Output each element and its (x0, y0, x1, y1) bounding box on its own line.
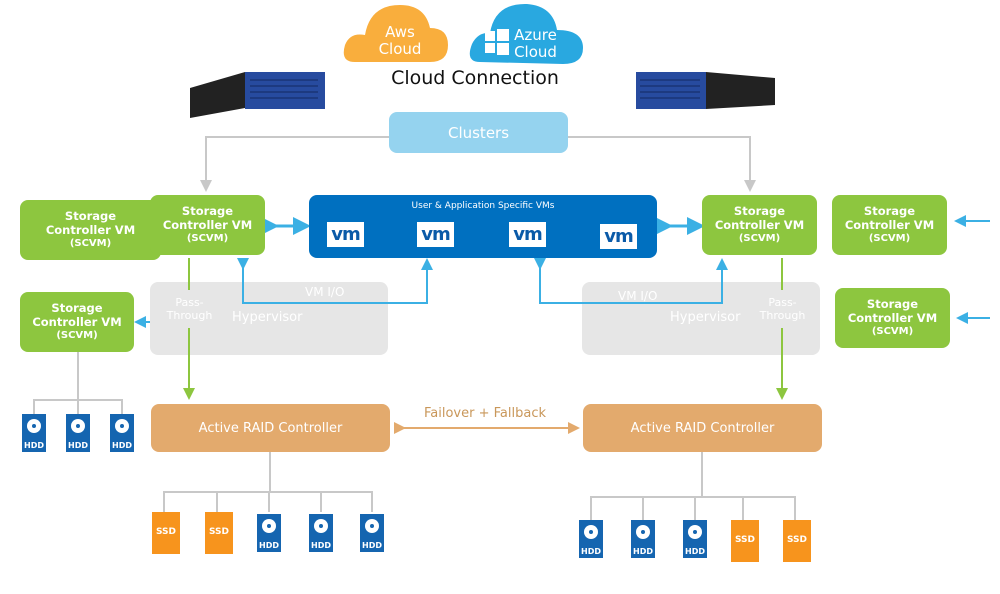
scvm-label: Storage (64, 209, 117, 223)
passthrough-label-2: Through (759, 309, 806, 322)
ssd-drive-icon: SSD (783, 520, 811, 562)
ssd-drive-icon: SSD (205, 512, 233, 554)
aws-cloud-label: Aws Cloud (370, 24, 430, 58)
azure-label-2: Cloud (514, 43, 557, 61)
aws-label-2: Cloud (378, 40, 422, 58)
aws-label-1: Aws (385, 23, 415, 41)
hdd-label: HDD (685, 547, 705, 556)
hdd-drive-icon: HDD (309, 514, 333, 552)
vmio-label: VM I/O (618, 289, 658, 303)
cloud-connection-title: Cloud Connection (391, 67, 559, 89)
passthrough-label-2: Through (166, 309, 213, 322)
hdd-drive-icon: HDD (631, 520, 655, 558)
clusters-box[interactable]: Clusters (389, 112, 568, 153)
diagram: Aws Cloud Azure Cloud Cloud Connection Clu… (0, 0, 1000, 594)
scvm-label: Controller VM (844, 218, 935, 232)
vmio-label: VM I/O (305, 285, 345, 299)
hypervisor-label: Hypervisor (670, 310, 741, 325)
scvm-label: Controller VM (45, 223, 136, 237)
scvm-label: Storage (181, 204, 234, 218)
azure-cloud-label: Azure Cloud (508, 27, 563, 61)
ssd-drive-icon: SSD (731, 520, 759, 562)
hdd-label: HDD (311, 541, 331, 550)
hdd-drive-icon: HDD (66, 414, 90, 452)
scvm-label: Storage (733, 204, 786, 218)
hdd-drive-icon: HDD (683, 520, 707, 558)
hdd-drive-icon: HDD (579, 520, 603, 558)
scvm-label: (SCVM) (868, 233, 911, 244)
passthrough-label: Pass- Through (755, 296, 810, 322)
scvm-box[interactable]: Storage Controller VM (SCVM) (702, 195, 817, 255)
ssd-label: SSD (208, 527, 230, 537)
ssd-label: SSD (786, 535, 808, 545)
scvm-label: (SCVM) (69, 238, 112, 249)
vm-box-title: User & Application Specific VMs (411, 201, 555, 211)
ssd-drive-icon: SSD (152, 512, 180, 554)
vmware-logo-icon: vm (327, 222, 364, 247)
scvm-label: (SCVM) (738, 233, 781, 244)
hdd-label: HDD (581, 547, 601, 556)
scvm-label: Controller VM (32, 315, 122, 329)
scvm-label: Storage (51, 301, 103, 315)
scvm-label: Storage (866, 297, 919, 311)
scvm-label: (SCVM) (186, 233, 229, 244)
passthrough-label-1: Pass- (768, 296, 797, 309)
hdd-label: HDD (112, 441, 132, 450)
server-left-icon (190, 72, 325, 118)
scvm-box[interactable]: Storage Controller VM (SCVM) (20, 292, 134, 352)
scvm-label: Controller VM (162, 218, 253, 232)
raid-controller-left[interactable]: Active RAID Controller (151, 404, 390, 452)
hdd-label: HDD (259, 541, 279, 550)
hdd-drive-icon: HDD (360, 514, 384, 552)
scvm-box[interactable]: Storage Controller VM (SCVM) (150, 195, 265, 255)
scvm-box[interactable]: Storage Controller VM (SCVM) (832, 195, 947, 255)
scvm-label: (SCVM) (871, 326, 914, 337)
passthrough-label: Pass- Through (162, 296, 217, 322)
hdd-label: HDD (24, 441, 44, 450)
raid-controller-right[interactable]: Active RAID Controller (583, 404, 822, 452)
scvm-label: (SCVM) (56, 330, 98, 341)
hdd-drive-icon: HDD (110, 414, 134, 452)
vmware-logo-icon: vm (600, 224, 637, 249)
scvm-label: Controller VM (714, 218, 805, 232)
hdd-drive-icon: HDD (257, 514, 281, 552)
cluster-link-right (568, 136, 756, 192)
hdd-label: HDD (633, 547, 653, 556)
scvm-label: Storage (863, 204, 916, 218)
azure-label-1: Azure (514, 26, 557, 44)
ssd-label: SSD (734, 535, 756, 545)
hdd-drive-icon: HDD (22, 414, 46, 452)
vmware-logo-icon: vm (417, 222, 454, 247)
scvm-label: Controller VM (847, 311, 938, 325)
vmware-logo-icon: vm (509, 222, 546, 247)
cluster-link-left (200, 136, 389, 192)
hypervisor-label: Hypervisor (232, 310, 303, 325)
hdd-label: HDD (68, 441, 88, 450)
passthrough-label-1: Pass- (175, 296, 204, 309)
failover-label: Failover + Fallback (424, 406, 546, 421)
scvm-box[interactable]: Storage Controller VM (SCVM) (20, 200, 161, 260)
server-right-icon (636, 72, 775, 109)
scvm-box[interactable]: Storage Controller VM (SCVM) (835, 288, 950, 348)
ssd-label: SSD (155, 527, 177, 537)
hdd-label: HDD (362, 541, 382, 550)
